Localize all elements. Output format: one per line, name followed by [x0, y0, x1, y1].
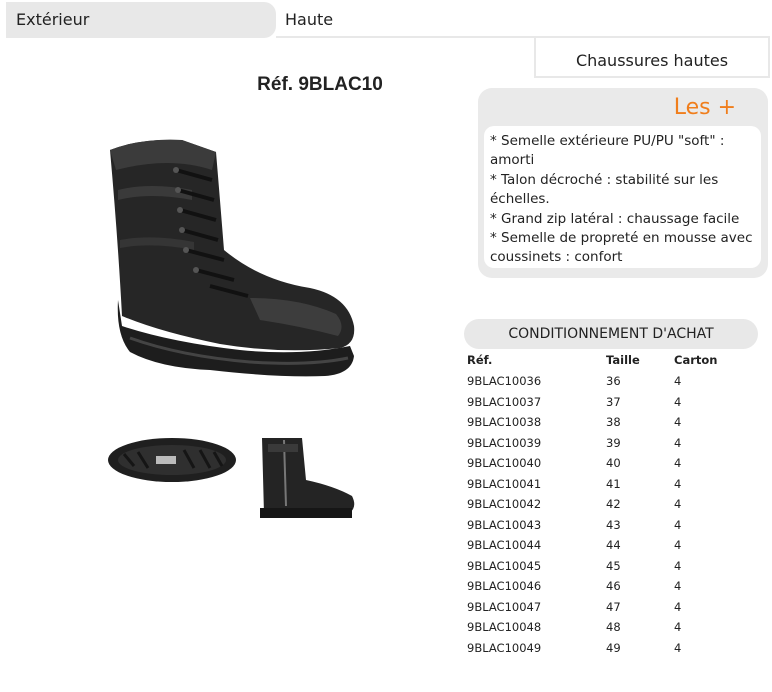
- advantage-item: * Grand zip latéral : chaussage facile: [490, 211, 740, 227]
- advantage-item: * Talon décroché : stabilité sur les éch…: [490, 172, 719, 207]
- row-size-cell: 49: [606, 641, 621, 655]
- row-size-cell: 39: [606, 436, 621, 450]
- row-ref-cell: 9BLAC10044: [467, 538, 542, 552]
- category-label: Chaussures hautes: [534, 38, 770, 78]
- packaging-title: CONDITIONNEMENT D'ACHAT: [464, 319, 758, 349]
- column-header-carton: Carton: [674, 353, 718, 367]
- boot-sole-image: [108, 438, 236, 482]
- packaging-title-text: CONDITIONNEMENT D'ACHAT: [508, 326, 714, 342]
- row-ref-cell: 9BLAC10036: [467, 374, 542, 388]
- boot-main-image: [110, 139, 355, 377]
- row-size-cell: 48: [606, 620, 621, 634]
- row-carton-cell: 4: [674, 518, 682, 532]
- product-reference-title: Réf. 9BLAC10: [257, 74, 383, 95]
- row-carton-cell: 4: [674, 559, 682, 573]
- advantages-title: Les +: [673, 95, 736, 120]
- row-ref-cell: 9BLAC10041: [467, 477, 542, 491]
- column-header-ref: Réf.: [467, 353, 493, 367]
- category-label-text: Chaussures hautes: [575, 51, 729, 70]
- row-ref-cell: 9BLAC10045: [467, 559, 542, 573]
- row-size-cell: 45: [606, 559, 621, 573]
- row-ref-cell: 9BLAC10043: [467, 518, 542, 532]
- row-carton-cell: 4: [674, 395, 682, 409]
- row-carton-cell: 4: [674, 620, 682, 634]
- advantage-item: * Semelle extérieure PU/PU "soft" : amor…: [490, 133, 725, 168]
- row-ref-cell: 9BLAC10040: [467, 456, 542, 470]
- row-carton-cell: 4: [674, 436, 682, 450]
- section-label: Extérieur: [6, 2, 276, 38]
- boot-side-zip-image: [260, 438, 355, 518]
- column-header-size: Taille: [606, 353, 640, 367]
- row-size-cell: 40: [606, 456, 621, 470]
- row-size-cell: 41: [606, 477, 621, 491]
- type-label: Haute: [285, 10, 334, 29]
- row-carton-cell: 4: [674, 477, 682, 491]
- row-carton-cell: 4: [674, 456, 682, 470]
- row-size-cell: 42: [606, 497, 621, 511]
- section-label-text: Extérieur: [16, 10, 90, 29]
- row-size-cell: 47: [606, 600, 621, 614]
- row-ref-cell: 9BLAC10042: [467, 497, 542, 511]
- row-carton-cell: 4: [674, 538, 682, 552]
- row-size-cell: 36: [606, 374, 621, 388]
- header-divider: [276, 2, 770, 38]
- row-ref-cell: 9BLAC10039: [467, 436, 542, 450]
- row-ref-cell: 9BLAC10046: [467, 579, 542, 593]
- row-size-cell: 44: [606, 538, 621, 552]
- advantage-item: * Semelle de propreté en mousse avec cou…: [490, 230, 753, 265]
- row-carton-cell: 4: [674, 415, 682, 429]
- row-ref-cell: 9BLAC10038: [467, 415, 542, 429]
- row-size-cell: 38: [606, 415, 621, 429]
- row-ref-cell: 9BLAC10049: [467, 641, 542, 655]
- row-ref-cell: 9BLAC10048: [467, 620, 542, 634]
- row-ref-cell: 9BLAC10047: [467, 600, 542, 614]
- row-size-cell: 37: [606, 395, 621, 409]
- row-size-cell: 43: [606, 518, 621, 532]
- row-carton-cell: 4: [674, 579, 682, 593]
- row-ref-cell: 9BLAC10037: [467, 395, 542, 409]
- row-carton-cell: 4: [674, 600, 682, 614]
- row-size-cell: 46: [606, 579, 621, 593]
- row-carton-cell: 4: [674, 641, 682, 655]
- row-carton-cell: 4: [674, 374, 682, 388]
- row-carton-cell: 4: [674, 497, 682, 511]
